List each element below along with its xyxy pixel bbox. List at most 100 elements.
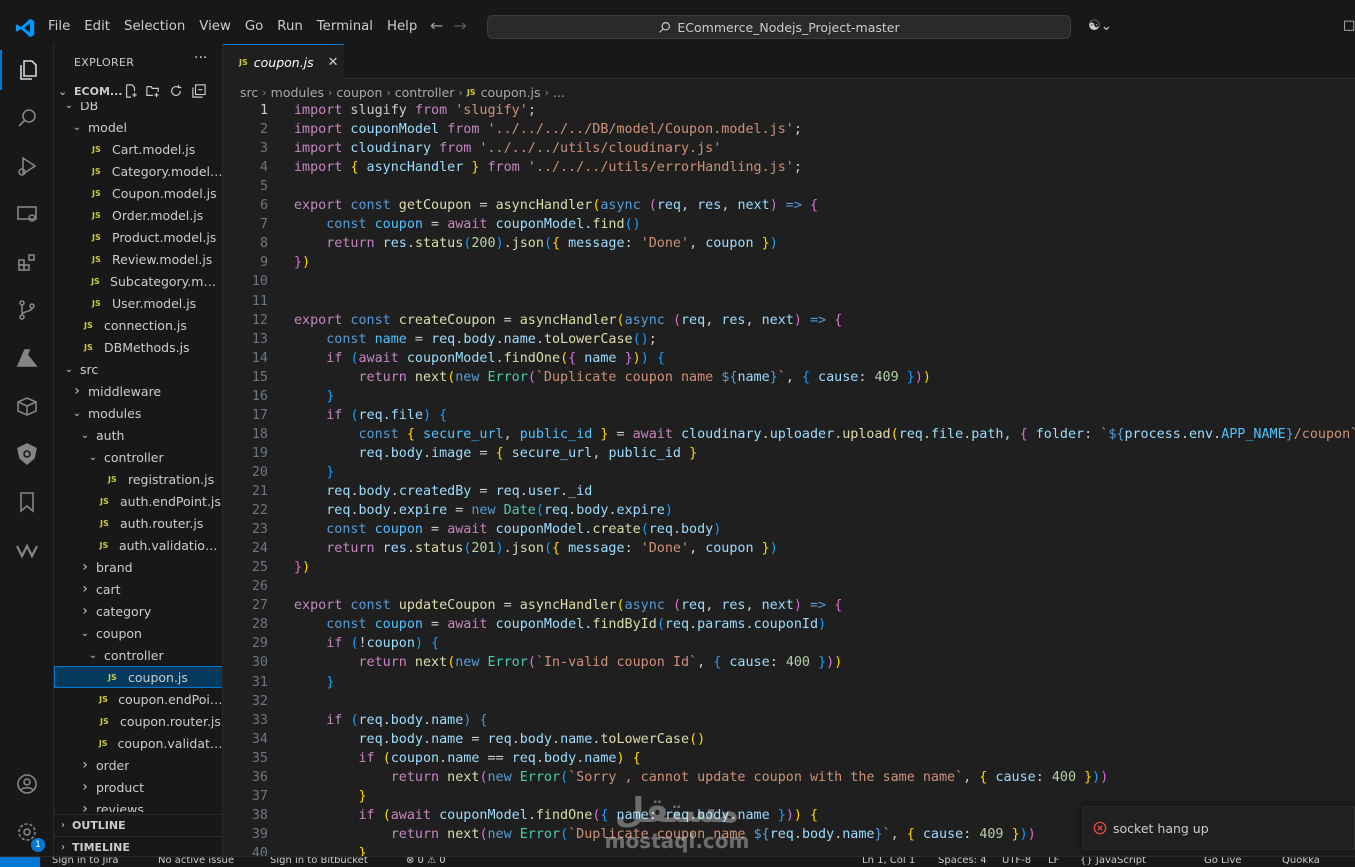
tree-file[interactable]: JS Coupon.model.js (54, 182, 222, 204)
tree-file[interactable]: JS Subcategory.mod... (54, 270, 222, 292)
tree-file[interactable]: JS Category.model.js (54, 160, 222, 182)
code-token: ( (527, 369, 536, 385)
tree-folder[interactable]: ⌄ auth (54, 424, 222, 446)
menu-view[interactable]: View (199, 19, 231, 34)
explorer-activity[interactable] (0, 50, 54, 90)
line-number: 9 (259, 255, 268, 271)
run-debug-activity[interactable] (0, 146, 54, 186)
timeline-section[interactable]: › TIMELINE (54, 836, 222, 856)
collapse-all-icon[interactable] (192, 84, 206, 98)
breadcrumb-item[interactable]: coupon.js (481, 85, 541, 100)
copilot-icon[interactable]: ☯⌄ (1088, 18, 1112, 34)
source-control-activity[interactable] (0, 290, 54, 330)
breadcrumb-item[interactable]: modules (271, 85, 324, 100)
remote-indicator[interactable] (0, 857, 40, 867)
tree-file[interactable]: JS User.model.js (54, 292, 222, 314)
menu-run[interactable]: Run (277, 19, 303, 34)
tree-folder[interactable]: › cart (54, 578, 222, 600)
tree-file[interactable]: JS auth.validation.js (54, 534, 223, 556)
new-file-icon[interactable] (124, 84, 138, 98)
menu-selection[interactable]: Selection (124, 19, 185, 34)
tree-file[interactable]: JS Product.model.js (54, 226, 222, 248)
line-ending[interactable]: LF (1048, 857, 1059, 866)
code-token: . (761, 426, 770, 442)
manage-activity[interactable]: 1 (0, 812, 54, 852)
command-center-search[interactable]: ECommerce_Nodejs_Project-master (487, 15, 1071, 39)
search-activity[interactable] (0, 98, 54, 138)
tree-folder[interactable]: ⌄ src (54, 358, 222, 380)
tree-file[interactable]: JS coupon.js (54, 666, 222, 688)
tab-coupon-js[interactable]: JS coupon.js ✕ (223, 44, 344, 79)
tree-file[interactable]: JS Cart.model.js (54, 138, 222, 160)
tree-file[interactable]: JS DBMethods.js (54, 336, 222, 358)
tree-file[interactable]: JS Review.model.js (54, 248, 222, 270)
tree-file[interactable]: JS coupon.validatio... (54, 732, 222, 754)
cursor-position[interactable]: Ln 1, Col 1 (862, 857, 915, 866)
go-live-button[interactable]: Go Live (1204, 857, 1241, 866)
tree-item-label: category (96, 603, 152, 619)
code-token: } (358, 788, 367, 804)
tree-folder[interactable]: ⌄ controller (54, 446, 222, 468)
tree-file[interactable]: JS registration.js (54, 468, 222, 490)
code-token: secure_url (414, 426, 504, 442)
tree-file[interactable]: JS auth.endPoint.js (54, 490, 222, 512)
language-mode[interactable]: {} JavaScript (1080, 857, 1146, 866)
tree-file[interactable]: JS Order.model.js (54, 204, 222, 226)
remote-explorer-activity[interactable] (0, 194, 54, 234)
back-arrow-icon[interactable]: ← (430, 16, 443, 35)
tree-folder[interactable]: ⌄ coupon (54, 622, 222, 644)
tree-file[interactable]: JS connection.js (54, 314, 222, 336)
refresh-icon[interactable] (169, 84, 183, 98)
notification-toast[interactable]: socket hang up (1082, 806, 1355, 850)
chevron-right-icon: › (61, 842, 65, 853)
code-line: } (294, 389, 334, 404)
azure-activity[interactable] (0, 338, 54, 378)
tree-folder[interactable]: › brand (54, 556, 222, 578)
breadcrumb-item[interactable]: ... (553, 85, 565, 100)
tree-folder[interactable]: › order (54, 754, 222, 776)
breadcrumb-item[interactable]: coupon (336, 85, 382, 100)
menu-file[interactable]: File (48, 19, 70, 34)
docker-activity[interactable] (0, 386, 54, 426)
breadcrumb: src › modules › coupon › controller › JS… (240, 83, 565, 101)
menu-go[interactable]: Go (245, 19, 263, 34)
tree-folder[interactable]: ⌄ model (54, 116, 222, 138)
extensions-activity[interactable] (0, 242, 54, 282)
breadcrumb-item[interactable]: controller (395, 85, 455, 100)
bookmarks-activity[interactable] (0, 482, 54, 522)
close-icon[interactable]: ✕ (328, 55, 339, 70)
breadcrumb-item[interactable]: src (240, 85, 258, 100)
tree-folder[interactable]: › product (54, 776, 222, 798)
outline-section[interactable]: › OUTLINE (54, 814, 222, 836)
tree-file[interactable]: JS auth.router.js (54, 512, 222, 534)
menu-edit[interactable]: Edit (84, 19, 110, 34)
accounts-activity[interactable] (0, 764, 54, 804)
tree-folder[interactable]: ⌄ DB (54, 102, 222, 116)
indentation[interactable]: Spaces: 4 (938, 857, 987, 866)
forward-arrow-icon[interactable]: → (453, 16, 466, 35)
jira-issue[interactable]: No active issue (158, 857, 234, 866)
wakatime-activity[interactable] (0, 530, 54, 570)
kubernetes-activity[interactable] (0, 434, 54, 474)
problems-count[interactable]: ⊗ 0 ⚠ 0 (406, 857, 446, 866)
more-actions-icon[interactable]: ··· (194, 50, 207, 66)
menu-terminal[interactable]: Terminal (317, 19, 373, 34)
tree-folder[interactable]: ⌄ modules (54, 402, 222, 424)
code-editor[interactable]: 1 import slugify from 'slugify'; 2 import c… (223, 102, 1355, 856)
jira-sign-in[interactable]: Sign in to Jira (52, 857, 118, 866)
line-number: 20 (251, 464, 268, 480)
encoding[interactable]: UTF-8 (1002, 857, 1031, 866)
tree-folder[interactable]: ⌄ controller (54, 644, 222, 666)
workspace-root[interactable]: ⌄ ECOM... (54, 80, 222, 102)
new-folder-icon[interactable] (146, 84, 160, 98)
code-token: , (592, 445, 609, 461)
tree-folder[interactable]: › reviews (54, 798, 222, 812)
layout-toggle-icon[interactable]: □ (1343, 18, 1355, 33)
tree-folder[interactable]: › category (54, 600, 222, 622)
menu-help[interactable]: Help (387, 19, 417, 34)
tree-file[interactable]: JS coupon.router.js (54, 710, 222, 732)
bitbucket-sign-in[interactable]: Sign in to Bitbucket (270, 857, 368, 866)
tree-folder[interactable]: › middleware (54, 380, 222, 402)
quokka-button[interactable]: Quokka (1282, 857, 1320, 866)
tree-file[interactable]: JS coupon.endPoin... (54, 688, 222, 710)
